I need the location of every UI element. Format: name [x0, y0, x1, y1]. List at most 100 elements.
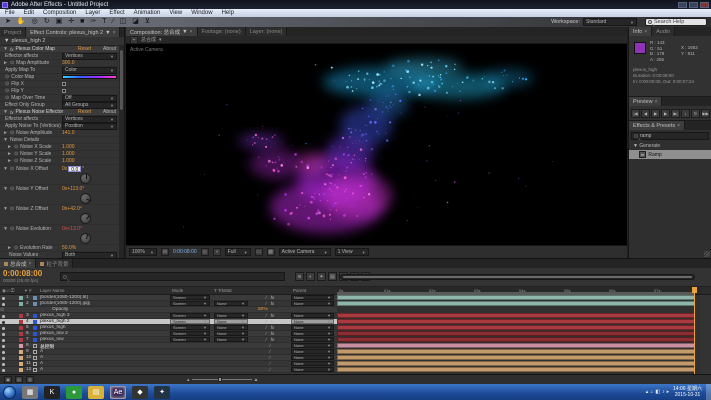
- label-color-chip[interactable]: [19, 344, 23, 348]
- blend-mode-dropdown[interactable]: Screen▼: [170, 295, 210, 300]
- stopwatch-icon[interactable]: ⊙: [14, 245, 18, 251]
- layer-name[interactable]: plexus_low: [40, 337, 64, 342]
- tab-preview[interactable]: Preview×: [629, 97, 662, 106]
- parent-dropdown[interactable]: None▼: [291, 349, 334, 354]
- mask-tool-icon[interactable]: ■: [80, 17, 84, 27]
- tab-info[interactable]: Info×: [629, 27, 652, 36]
- loop-button[interactable]: ↻: [691, 109, 700, 118]
- dial-control[interactable]: [80, 213, 91, 224]
- dial-control[interactable]: [80, 173, 91, 184]
- param-dropdown[interactable]: Position▼: [62, 123, 117, 130]
- stopwatch-icon[interactable]: ⊙: [10, 60, 14, 66]
- trkmat-dropdown[interactable]: None▼: [214, 301, 248, 306]
- type-tool-icon[interactable]: T: [102, 17, 106, 27]
- layer-name[interactable]: A: [40, 361, 43, 366]
- dial-control[interactable]: [80, 233, 91, 244]
- effects-item-selected[interactable]: m Ramp: [629, 150, 711, 159]
- param-value[interactable]: 0x+42.0°: [62, 206, 82, 212]
- param-value[interactable]: 0x+113.0°: [62, 186, 84, 192]
- roi-icon[interactable]: ▭: [255, 248, 263, 256]
- blend-mode-dropdown[interactable]: Screen▼: [170, 313, 210, 318]
- audio-button[interactable]: ♪: [681, 109, 690, 118]
- timeline-search-input[interactable]: [60, 272, 285, 281]
- parent-dropdown[interactable]: None▼: [291, 301, 334, 306]
- stopwatch-icon[interactable]: ⊙: [5, 95, 9, 101]
- layer-bar[interactable]: [337, 349, 695, 354]
- k-player-taskbar-icon[interactable]: K: [44, 386, 60, 399]
- window-titlebar[interactable]: Adobe After Effects - Untitled Project: [0, 0, 711, 9]
- layer-name[interactable]: plexus_high 3: [40, 313, 70, 318]
- stopwatch-icon[interactable]: ⊙: [14, 151, 18, 157]
- visibility-eye-icon[interactable]: [2, 357, 5, 360]
- effect-row-noise-y-offset[interactable]: ▼⊙Noise Y Offset0x+113.0°: [0, 185, 119, 205]
- menu-file[interactable]: File: [5, 10, 15, 16]
- about-link[interactable]: About: [103, 46, 116, 52]
- menu-effect[interactable]: Effect: [109, 10, 124, 16]
- panel-resize-grip[interactable]: [704, 251, 710, 257]
- parent-dropdown[interactable]: None▼: [291, 295, 334, 300]
- layer-row-12[interactable]: 12A∕None▼: [0, 367, 337, 373]
- effect-row-noise-z-offset[interactable]: ▼⊙Noise Z Offset0x+42.0°: [0, 205, 119, 225]
- tab-effects-presets[interactable]: Effects & Presets×: [629, 121, 685, 130]
- label-color-chip[interactable]: [19, 314, 23, 318]
- close-tab-icon[interactable]: ×: [190, 29, 193, 35]
- visibility-eye-icon[interactable]: [2, 345, 5, 348]
- blend-mode-dropdown[interactable]: Screen▼: [170, 337, 210, 342]
- zoom-tool-icon[interactable]: ◎: [32, 17, 38, 27]
- hand-tool-icon[interactable]: ✋: [17, 17, 26, 27]
- twirl-icon[interactable]: ►: [7, 245, 12, 251]
- qq-taskbar-icon[interactable]: ✦: [154, 386, 170, 399]
- visibility-eye-icon[interactable]: [2, 333, 5, 336]
- safe-margins-icon[interactable]: ⊞: [161, 248, 169, 256]
- layer-name[interactable]: [border(1080-1200).tif]: [40, 295, 88, 300]
- parent-dropdown[interactable]: None▼: [291, 331, 334, 336]
- label-color-chip[interactable]: [19, 350, 23, 354]
- effect-row-noise-x-offset[interactable]: ▼⊙Noise X Offset0x0.0°: [0, 165, 119, 185]
- resolution-dropdown[interactable]: Full▼: [225, 248, 251, 256]
- parent-dropdown[interactable]: None▼: [291, 325, 334, 330]
- menu-edit[interactable]: Edit: [24, 10, 34, 16]
- tab-effect-controls[interactable]: Effect Controls: plexus_high 2▼×: [26, 27, 120, 37]
- layer-bar[interactable]: [337, 331, 695, 336]
- start-button[interactable]: [3, 386, 16, 399]
- param-value[interactable]: 0x0.0°: [62, 166, 84, 172]
- value-edit-field[interactable]: 0.0: [68, 166, 81, 172]
- layer-bar[interactable]: [337, 313, 695, 318]
- comp-tab[interactable]: Layer: (none): [246, 27, 288, 36]
- current-time-display[interactable]: 0:00:08:00: [3, 269, 42, 278]
- layer-name[interactable]: [border(1080-1200).jpg]: [40, 301, 90, 306]
- effects-category[interactable]: ▼ Generate: [629, 142, 711, 150]
- twirl-icon[interactable]: ►: [7, 158, 12, 164]
- brush-tool-icon[interactable]: ∕: [112, 17, 113, 27]
- composition-viewport[interactable]: Active Camera: [126, 44, 627, 245]
- layer-bar[interactable]: [337, 355, 695, 360]
- layer-bar[interactable]: [337, 343, 695, 348]
- label-color-chip[interactable]: [19, 302, 23, 306]
- layer-name[interactable]: A: [40, 355, 43, 360]
- param-value[interactable]: 300.0: [62, 60, 75, 66]
- trkmat-dropdown[interactable]: None▼: [214, 325, 248, 330]
- snapshot-icon[interactable]: ◎: [201, 248, 209, 256]
- tray-icon-4[interactable]: ▸: [667, 389, 670, 395]
- label-color-chip[interactable]: [19, 356, 23, 360]
- effects-presets-search[interactable]: ramp: [631, 132, 709, 140]
- reset-link[interactable]: Reset: [78, 46, 91, 52]
- timeline-tab[interactable]: 总合成×: [0, 259, 36, 268]
- twirl-icon[interactable]: ▼: [3, 46, 8, 52]
- motion-blur-icon[interactable]: ✦: [317, 272, 326, 281]
- layer-bar[interactable]: [337, 319, 695, 324]
- param-dropdown[interactable]: Vertices▼: [62, 53, 117, 60]
- play-button[interactable]: ▶: [651, 109, 660, 118]
- layer-name[interactable]: plexus_low 2: [40, 331, 68, 336]
- label-color-chip[interactable]: [19, 332, 23, 336]
- twirl-icon[interactable]: ▼: [3, 206, 8, 212]
- stopwatch-icon[interactable]: ⊙: [10, 186, 14, 192]
- visibility-eye-icon[interactable]: [2, 297, 5, 300]
- menu-view[interactable]: View: [169, 10, 182, 16]
- expand-transfer-controls-button[interactable]: ▤: [15, 376, 23, 383]
- effect-row-color-map[interactable]: ⊙Color Map: [0, 74, 119, 81]
- gradient-preview[interactable]: [62, 75, 117, 79]
- playhead-marker[interactable]: [692, 287, 697, 293]
- effect-row-effect-only-group[interactable]: Effect Only GroupAll Groups▼: [0, 102, 119, 109]
- show-desktop-button[interactable]: [706, 384, 711, 400]
